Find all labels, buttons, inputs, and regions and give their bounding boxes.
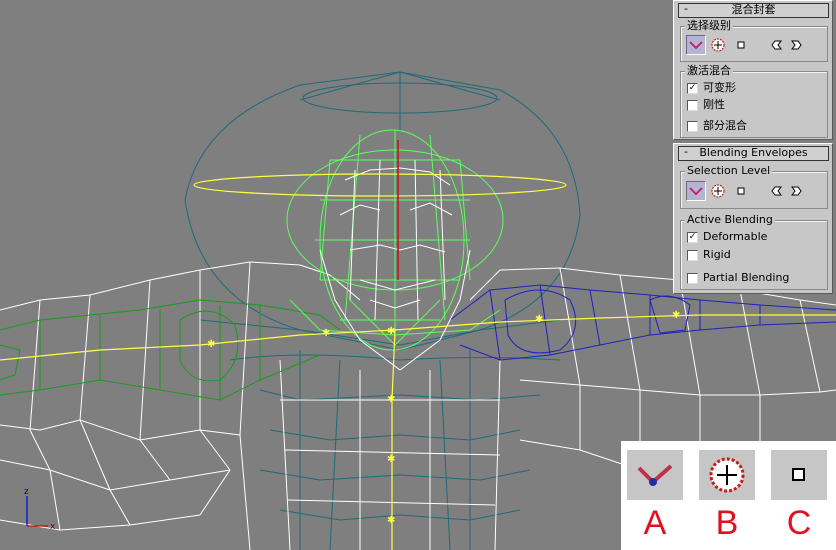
arrow-left-icon [771, 40, 782, 50]
deformable-checkbox-zh[interactable]: ✓ [687, 83, 698, 94]
rigid-checkbox-zh[interactable] [687, 100, 698, 111]
vertex-level-button-zh[interactable] [731, 35, 751, 55]
bone-icon [689, 41, 703, 50]
partial-blending-label-en: Partial Blending [703, 271, 790, 284]
rigid-checkbox-en[interactable] [687, 250, 698, 261]
collapse-toggle-en[interactable]: - [684, 146, 688, 158]
svg-text:✱: ✱ [672, 310, 680, 321]
checkmark-icon: ✓ [688, 232, 697, 242]
next-button-zh[interactable] [786, 35, 806, 55]
bone-icon [689, 187, 703, 196]
previous-button-zh[interactable] [767, 35, 787, 55]
legend-envelope-box [699, 450, 755, 500]
legend-vertex-box [771, 450, 827, 500]
legend-bone-box [627, 450, 683, 500]
rollout-zh: - 混合封套 选择级别 激活混合 ✓ 可变形 刚性 部分混合 [673, 0, 833, 140]
arrow-left-icon [771, 186, 782, 196]
active-blending-group-zh: 激活混合 ✓ 可变形 刚性 部分混合 [680, 64, 828, 138]
rollout-en: - Blending Envelopes Selection Level Act… [673, 143, 833, 294]
bone-icon [637, 464, 673, 486]
svg-text:✱: ✱ [322, 328, 330, 339]
svg-text:✱: ✱ [535, 314, 543, 325]
arrow-right-icon [791, 186, 802, 196]
legend-letter-b: B [715, 504, 739, 542]
envelope-crosshair-icon [711, 184, 725, 198]
checkmark-icon: ✓ [688, 83, 697, 93]
rigid-label-zh: 刚性 [703, 98, 725, 111]
partial-blending-label-zh: 部分混合 [703, 119, 747, 132]
active-blending-group-en: Active Blending ✓ Deformable Rigid Parti… [680, 213, 828, 290]
rollout-en-header[interactable]: - Blending Envelopes [678, 146, 829, 161]
svg-text:✱: ✱ [387, 454, 395, 465]
selection-level-group-en: Selection Level [680, 164, 828, 209]
rollout-zh-title: 混合封套 [731, 3, 776, 16]
svg-text:✱: ✱ [207, 339, 215, 350]
svg-text:✱: ✱ [387, 326, 395, 337]
icon-legend: A B C [621, 441, 836, 550]
vertex-square-icon [792, 468, 805, 481]
svg-text:✱: ✱ [387, 515, 395, 526]
legend-letter-c: C [786, 504, 812, 542]
partial-blending-checkbox-en[interactable] [687, 273, 698, 284]
envelope-level-button-en[interactable] [708, 181, 728, 201]
envelope-crosshair-icon [711, 38, 725, 52]
vertex-square-icon [737, 41, 745, 49]
previous-button-en[interactable] [767, 181, 787, 201]
selection-level-group-zh: 选择级别 [680, 19, 828, 62]
envelope-level-button-zh[interactable] [708, 35, 728, 55]
rigid-label-en: Rigid [703, 248, 731, 261]
selection-level-title-en: Selection Level [685, 164, 773, 177]
axis-x-label: x [50, 522, 56, 531]
envelope-crosshair-icon [709, 457, 745, 493]
deformable-label-zh: 可变形 [703, 81, 736, 94]
bone-level-button-zh[interactable] [686, 35, 706, 55]
axis-tripod: z x [24, 487, 56, 531]
selection-level-title-zh: 选择级别 [685, 19, 733, 32]
svg-text:✱: ✱ [387, 394, 395, 405]
collapse-toggle-zh[interactable]: - [684, 3, 688, 15]
arrow-right-icon [791, 40, 802, 50]
bone-level-button-en[interactable] [686, 181, 706, 201]
vertex-level-button-en[interactable] [731, 181, 751, 201]
rollout-en-title: Blending Envelopes [699, 146, 808, 159]
vertex-square-icon [737, 187, 745, 195]
rollout-zh-header[interactable]: - 混合封套 [678, 3, 829, 18]
deformable-checkbox-en[interactable]: ✓ [687, 232, 698, 243]
next-button-en[interactable] [786, 181, 806, 201]
active-blending-title-en: Active Blending [685, 213, 775, 226]
axis-z-label: z [24, 487, 29, 497]
partial-blending-checkbox-zh[interactable] [687, 121, 698, 132]
deformable-label-en: Deformable [703, 230, 768, 243]
legend-letter-a: A [643, 504, 667, 542]
active-blending-title-zh: 激活混合 [685, 64, 733, 77]
